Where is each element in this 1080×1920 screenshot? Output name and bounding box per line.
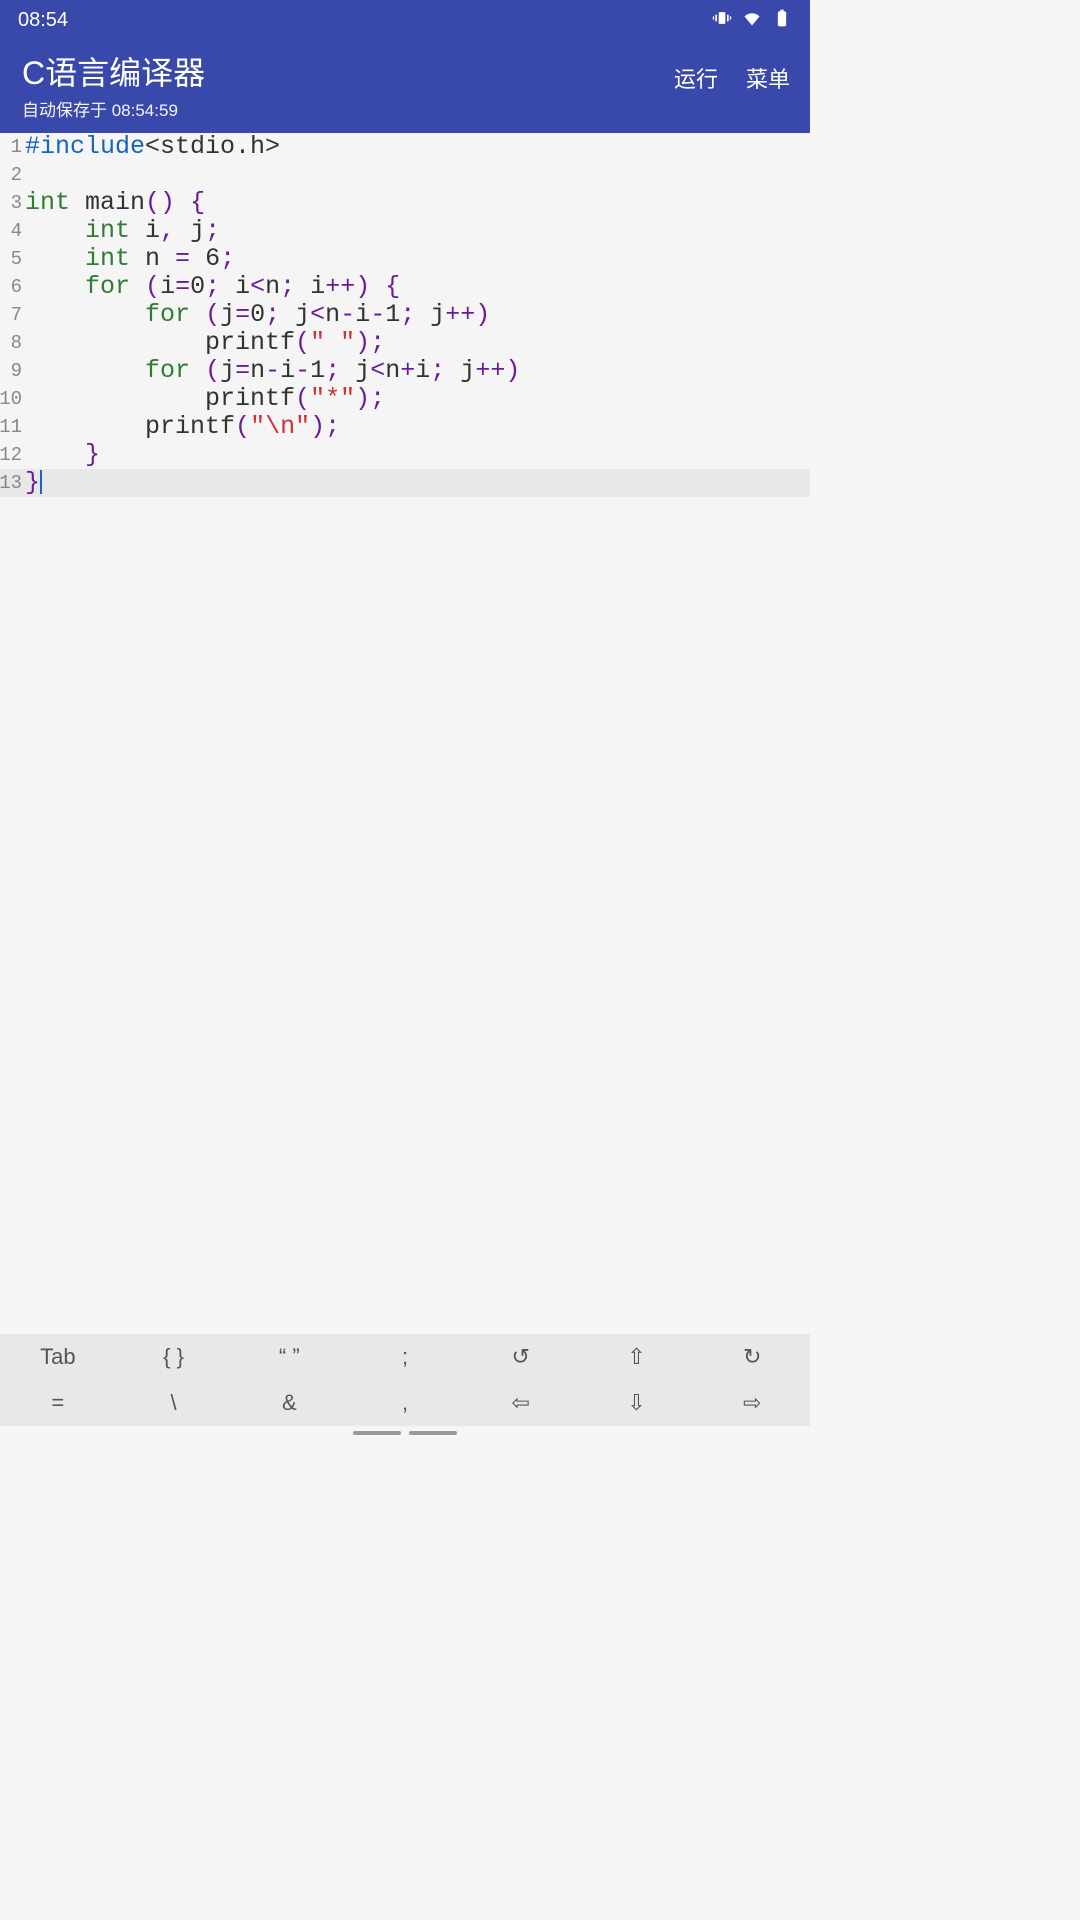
line-content[interactable]: for (i=0; i<n; i++) {: [24, 273, 400, 301]
line-number: 12: [0, 441, 24, 469]
key-braces[interactable]: { }: [116, 1334, 232, 1380]
code-line[interactable]: 3int main() {: [0, 189, 810, 217]
line-content[interactable]: for (j=0; j<n-i-1; j++): [24, 301, 490, 329]
nav-pill[interactable]: [353, 1431, 401, 1435]
app-title: C语言编译器: [22, 48, 674, 94]
line-number: 8: [0, 329, 24, 357]
menu-button[interactable]: 菜单: [746, 62, 790, 94]
nav-pill[interactable]: [409, 1431, 457, 1435]
status-bar: 08:54: [0, 0, 810, 40]
key-undo[interactable]: ↺: [463, 1334, 579, 1380]
line-number: 5: [0, 245, 24, 273]
code-line[interactable]: 4 int i, j;: [0, 217, 810, 245]
code-line[interactable]: 2: [0, 161, 810, 189]
code-line[interactable]: 8 printf(" ");: [0, 329, 810, 357]
line-number: 6: [0, 273, 24, 301]
code-line[interactable]: 11 printf("\n");: [0, 413, 810, 441]
app-header: C语言编译器 自动保存于 08:54:59 运行 菜单: [0, 40, 810, 133]
run-button[interactable]: 运行: [674, 62, 718, 94]
wifi-icon: [742, 8, 762, 33]
line-content[interactable]: #include<stdio.h>: [24, 133, 280, 161]
nav-bar: [0, 1426, 810, 1440]
cursor: [40, 470, 42, 494]
code-editor[interactable]: 1#include<stdio.h>23int main() {4 int i,…: [0, 133, 810, 1334]
code-line[interactable]: 10 printf("*");: [0, 385, 810, 413]
line-content[interactable]: [24, 161, 25, 189]
line-number: 11: [0, 413, 24, 441]
autosave-subtitle: 自动保存于 08:54:59: [22, 96, 674, 121]
line-number: 13: [0, 469, 24, 497]
toolbar-row-2: =\&,⇦⇩⇨: [0, 1380, 810, 1426]
key-tab[interactable]: Tab: [0, 1334, 116, 1380]
status-icons: [712, 8, 792, 33]
line-number: 1: [0, 133, 24, 161]
line-content[interactable]: int i, j;: [24, 217, 220, 245]
key-left[interactable]: ⇦: [463, 1380, 579, 1426]
toolbar-row-1: Tab{ }“ ”;↺⇧↻: [0, 1334, 810, 1380]
line-content[interactable]: printf("*");: [24, 385, 385, 413]
code-line[interactable]: 7 for (j=0; j<n-i-1; j++): [0, 301, 810, 329]
line-content[interactable]: int n = 6;: [24, 245, 235, 273]
key-semicolon[interactable]: ;: [347, 1334, 463, 1380]
symbol-toolbar: Tab{ }“ ”;↺⇧↻ =\&,⇦⇩⇨: [0, 1334, 810, 1426]
key-redo[interactable]: ↻: [694, 1334, 810, 1380]
line-content[interactable]: printf("\n");: [24, 413, 340, 441]
line-content[interactable]: }: [24, 469, 42, 497]
line-number: 3: [0, 189, 24, 217]
key-ampersand[interactable]: &: [231, 1380, 347, 1426]
code-line[interactable]: 6 for (i=0; i<n; i++) {: [0, 273, 810, 301]
code-line[interactable]: 12 }: [0, 441, 810, 469]
line-number: 4: [0, 217, 24, 245]
key-down[interactable]: ⇩: [579, 1380, 695, 1426]
code-line[interactable]: 1#include<stdio.h>: [0, 133, 810, 161]
key-comma[interactable]: ,: [347, 1380, 463, 1426]
key-equals[interactable]: =: [0, 1380, 116, 1426]
key-quotes[interactable]: “ ”: [231, 1334, 347, 1380]
key-backslash[interactable]: \: [116, 1380, 232, 1426]
battery-icon: [772, 8, 792, 33]
key-right[interactable]: ⇨: [694, 1380, 810, 1426]
line-number: 9: [0, 357, 24, 385]
line-content[interactable]: }: [24, 441, 100, 469]
line-content[interactable]: int main() {: [24, 189, 205, 217]
line-content[interactable]: printf(" ");: [24, 329, 385, 357]
line-number: 7: [0, 301, 24, 329]
key-shift[interactable]: ⇧: [579, 1334, 695, 1380]
status-time: 08:54: [18, 9, 68, 32]
line-content[interactable]: for (j=n-i-1; j<n+i; j++): [24, 357, 520, 385]
code-line[interactable]: 9 for (j=n-i-1; j<n+i; j++): [0, 357, 810, 385]
line-number: 10: [0, 385, 24, 413]
line-number: 2: [0, 161, 24, 189]
code-line[interactable]: 13}: [0, 469, 810, 497]
code-line[interactable]: 5 int n = 6;: [0, 245, 810, 273]
vibrate-icon: [712, 8, 732, 33]
